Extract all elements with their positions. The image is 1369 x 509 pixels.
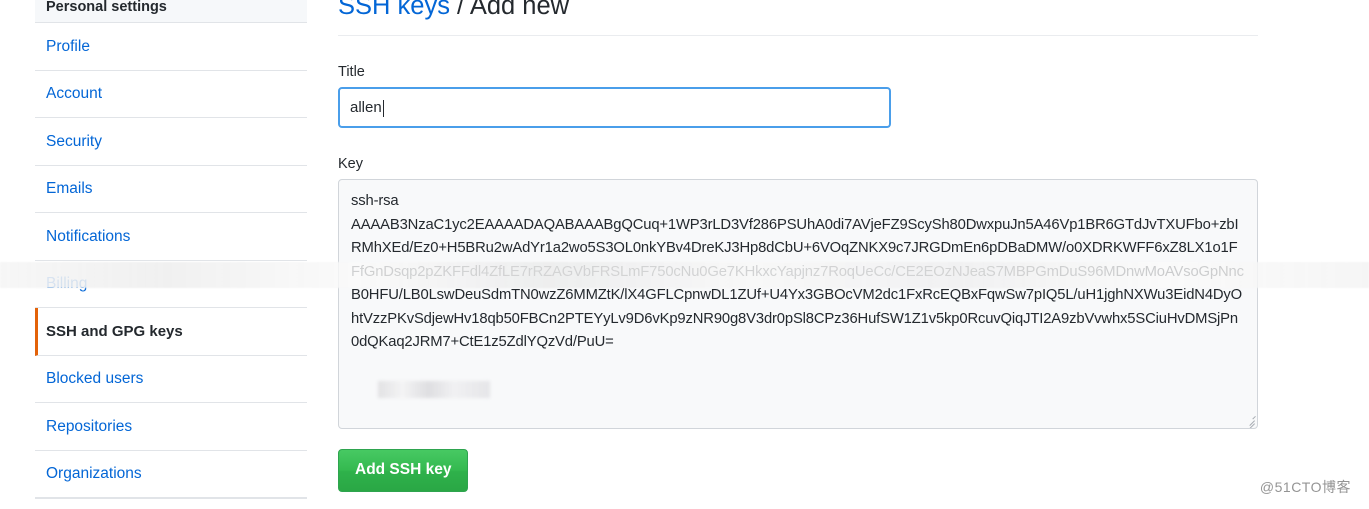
breadcrumb-separator: / <box>449 0 470 20</box>
sidebar-item-emails[interactable]: Emails <box>35 165 307 213</box>
title-field-label: Title <box>338 64 365 80</box>
breadcrumb-current: Add new <box>469 0 570 20</box>
key-field-label: Key <box>338 156 363 172</box>
sidebar-item-label: Account <box>46 85 103 102</box>
sidebar-item-billing[interactable]: Billing <box>35 260 307 308</box>
sidebar-item-label: Organizations <box>46 465 142 482</box>
sidebar-header: Personal settings <box>35 0 307 23</box>
sidebar-item-label: Repositories <box>46 417 133 435</box>
sidebar-item-label: Billing <box>46 275 88 292</box>
add-ssh-key-button[interactable]: Add SSH key <box>338 449 469 492</box>
ssh-key-textarea[interactable]: ssh-rsa AAAAB3NzaC1yc2EAAAADAQABAAABgQCu… <box>338 179 1258 429</box>
sidebar-item-profile[interactable]: Profile <box>35 23 307 71</box>
sidebar-item-label: Profile <box>46 37 90 55</box>
sidebar-item-account[interactable]: Account <box>35 70 307 118</box>
sidebar-item-repositories[interactable]: Repositories <box>35 403 307 451</box>
sidebar-item-blocked-users[interactable]: Blocked users <box>35 355 307 403</box>
sidebar-item-label: SSH and GPG keys <box>46 322 183 340</box>
sidebar-item-label: Blocked users <box>46 370 144 387</box>
sidebar-item-ssh-and-gpg-keys[interactable]: SSH and GPG keys <box>35 308 307 356</box>
title-input-value: allen <box>350 99 382 116</box>
text-caret <box>382 100 384 117</box>
settings-sidebar: Personal settings Profile Account Securi… <box>35 0 307 499</box>
sidebar-item-label: Emails <box>46 180 93 197</box>
sidebar-item-organizations[interactable]: Organizations <box>35 450 307 498</box>
sidebar-bottom-divider <box>35 498 307 499</box>
header-divider <box>338 35 1258 36</box>
sidebar-item-notifications[interactable]: Notifications <box>35 213 307 261</box>
sidebar-item-label: Notifications <box>46 227 131 245</box>
resize-handle-icon[interactable] <box>1241 412 1255 428</box>
sidebar-item-security[interactable]: Security <box>35 118 307 166</box>
sidebar-item-label: Security <box>46 132 102 150</box>
key-textarea-value: ssh-rsa AAAAB3NzaC1yc2EAAAADAQABAAABgQCu… <box>351 193 1244 350</box>
ssh-key-title-input[interactable]: allen <box>338 87 891 128</box>
page-title: SSH keys / Add new <box>338 0 1259 19</box>
breadcrumb-ssh-keys-link[interactable]: SSH keys <box>338 0 450 20</box>
watermark-corner-text: @51CTO博客 <box>1259 479 1351 495</box>
main-content: SSH keys / Add new Title allen Key ssh-r… <box>338 0 1259 492</box>
